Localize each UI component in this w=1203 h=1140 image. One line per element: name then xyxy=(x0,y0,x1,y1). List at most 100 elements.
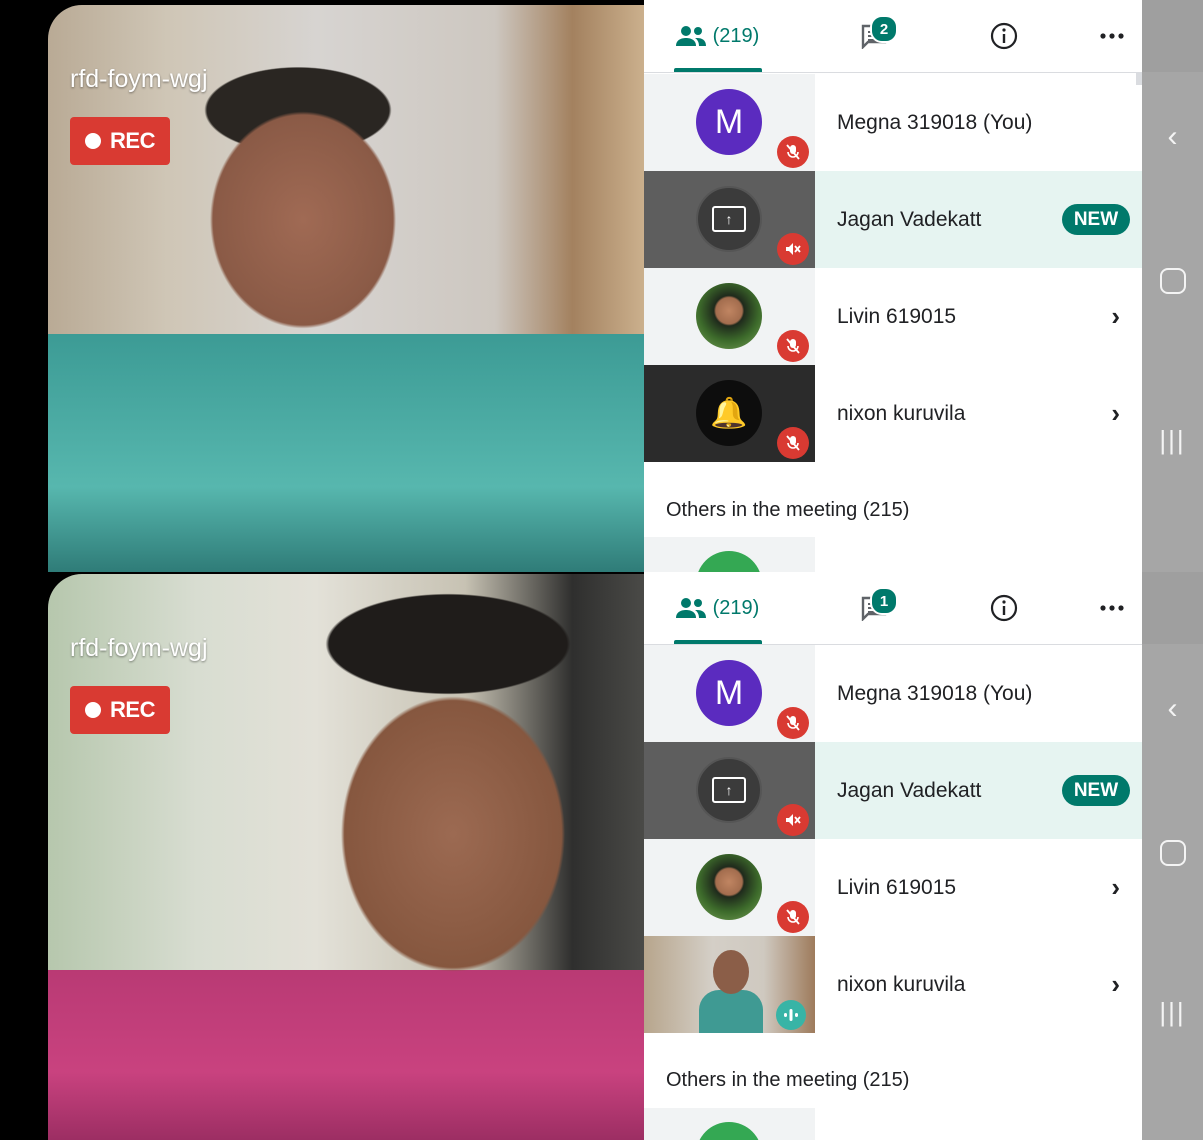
active-tab-indicator xyxy=(674,68,762,72)
mic-off-icon xyxy=(777,707,809,739)
chat-unread-badge: 1 xyxy=(870,587,898,615)
chevron-right-icon[interactable]: › xyxy=(1111,872,1120,903)
participant-row[interactable]: ↑ Jagan Vadekatt NEW xyxy=(644,171,1142,268)
participant-name: Jagan Vadekatt xyxy=(837,207,982,231)
participant-name: Livin 619015 xyxy=(837,304,957,328)
participant-name: nixon kuruvila xyxy=(837,401,966,425)
tab-info[interactable] xyxy=(984,0,1024,72)
participant-tile: ↑ xyxy=(644,742,815,839)
more-icon xyxy=(1100,605,1124,611)
mic-off-icon xyxy=(777,901,809,933)
recording-label: REC xyxy=(110,128,155,153)
android-nav-bar: ‹ ||| xyxy=(1142,572,1203,1140)
new-badge: NEW xyxy=(1062,204,1130,235)
nav-bar-top xyxy=(1142,572,1203,644)
tab-more[interactable] xyxy=(1092,572,1132,644)
present-screen-icon: ↑ xyxy=(712,206,746,232)
participant-row[interactable]: ↑ Jagan Vadekatt NEW xyxy=(644,742,1142,839)
avatar: ↑ xyxy=(696,757,762,823)
info-icon xyxy=(990,22,1018,50)
more-icon xyxy=(1100,33,1124,39)
people-panel: (219) 2 M Megna 319018 (You) ↑ Jagan Vad… xyxy=(644,0,1142,572)
main-video[interactable]: rfd-foym-wgj REC xyxy=(48,5,644,572)
chat-unread-badge: 2 xyxy=(870,15,898,43)
meeting-screen-2: rfd-foym-wgj REC (219) 1 M Megna 319018 … xyxy=(0,572,1203,1140)
participant-tile-peek[interactable] xyxy=(644,537,815,572)
participant-video-person xyxy=(699,950,763,1033)
chevron-right-icon[interactable]: › xyxy=(1111,969,1120,1000)
main-video[interactable]: rfd-foym-wgj REC xyxy=(48,574,644,1140)
participant-tile-peek[interactable] xyxy=(644,1108,815,1140)
participant-tile xyxy=(644,268,815,365)
participant-name: Megna 319018 (You) xyxy=(837,681,1033,705)
avatar xyxy=(696,551,762,572)
participant-video-tile xyxy=(644,936,815,1033)
recents-icon[interactable]: ||| xyxy=(1142,997,1203,1028)
chevron-right-icon[interactable]: › xyxy=(1111,398,1120,429)
panel-tabs: (219) 2 xyxy=(644,0,1142,73)
bell-icon: 🔔 xyxy=(710,396,748,430)
others-heading: Others in the meeting (215) xyxy=(666,1069,910,1091)
participant-tile: 🔔 xyxy=(644,365,815,462)
mic-off-icon xyxy=(777,427,809,459)
record-dot-icon xyxy=(85,133,102,149)
participant-name: Megna 319018 (You) xyxy=(837,110,1033,134)
participant-tile: M xyxy=(644,74,815,171)
participant-row[interactable]: 🔔 nixon kuruvila › xyxy=(644,365,1142,462)
recents-icon[interactable]: ||| xyxy=(1142,425,1203,456)
recording-badge: REC xyxy=(70,117,170,165)
avatar xyxy=(696,1122,762,1140)
avatar: M xyxy=(696,660,762,726)
meeting-code: rfd-foym-wgj xyxy=(70,65,208,93)
people-icon xyxy=(675,26,706,46)
nav-bar-top xyxy=(1142,0,1203,72)
participant-row[interactable]: M Megna 319018 (You) xyxy=(644,74,1142,171)
participant-row[interactable]: Livin 619015 › xyxy=(644,839,1142,936)
active-tab-indicator xyxy=(674,640,762,644)
participant-tile xyxy=(644,839,815,936)
tab-people[interactable]: (219) xyxy=(674,572,762,644)
tab-chat[interactable]: 2 xyxy=(844,0,904,72)
mic-off-icon xyxy=(777,330,809,362)
mic-off-icon xyxy=(777,804,809,836)
mic-off-icon xyxy=(777,136,809,168)
speaking-indicator-icon xyxy=(776,1000,806,1030)
people-panel: (219) 1 M Megna 319018 (You) ↑ Jagan Vad… xyxy=(644,572,1142,1140)
recording-label: REC xyxy=(110,697,155,722)
meeting-screen-1: rfd-foym-wgj REC (219) 2 M Megna 319018 … xyxy=(0,0,1203,572)
avatar: ↑ xyxy=(696,186,762,252)
recording-badge: REC xyxy=(70,686,170,734)
avatar: 🔔 xyxy=(696,380,762,446)
tab-chat[interactable]: 1 xyxy=(844,572,904,644)
chevron-right-icon[interactable]: › xyxy=(1111,301,1120,332)
black-letterbox xyxy=(0,572,48,1140)
participant-row[interactable]: M Megna 319018 (You) xyxy=(644,645,1142,742)
home-icon[interactable] xyxy=(1142,268,1203,294)
info-icon xyxy=(990,594,1018,622)
meeting-code: rfd-foym-wgj xyxy=(70,634,208,662)
participant-name: nixon kuruvila xyxy=(837,972,966,996)
tab-info[interactable] xyxy=(984,572,1024,644)
black-letterbox xyxy=(0,0,48,572)
new-badge: NEW xyxy=(1062,775,1130,806)
people-count: (219) xyxy=(712,24,760,47)
participant-row[interactable]: Livin 619015 › xyxy=(644,268,1142,365)
participant-name: Jagan Vadekatt xyxy=(837,778,982,802)
avatar: M xyxy=(696,89,762,155)
back-icon[interactable]: ‹ xyxy=(1142,120,1203,154)
mic-off-icon xyxy=(777,233,809,265)
tab-people[interactable]: (219) xyxy=(674,0,762,72)
record-dot-icon xyxy=(85,702,102,718)
participant-row[interactable]: nixon kuruvila › xyxy=(644,936,1142,1033)
home-icon[interactable] xyxy=(1142,840,1203,866)
participant-tile: ↑ xyxy=(644,171,815,268)
android-nav-bar: ‹ ||| xyxy=(1142,0,1203,572)
people-count: (219) xyxy=(712,596,760,619)
avatar xyxy=(696,283,762,349)
people-icon xyxy=(675,598,706,618)
others-heading: Others in the meeting (215) xyxy=(666,499,910,521)
present-screen-icon: ↑ xyxy=(712,777,746,803)
tab-more[interactable] xyxy=(1092,0,1132,72)
back-icon[interactable]: ‹ xyxy=(1142,692,1203,726)
participant-name: Livin 619015 xyxy=(837,875,957,899)
